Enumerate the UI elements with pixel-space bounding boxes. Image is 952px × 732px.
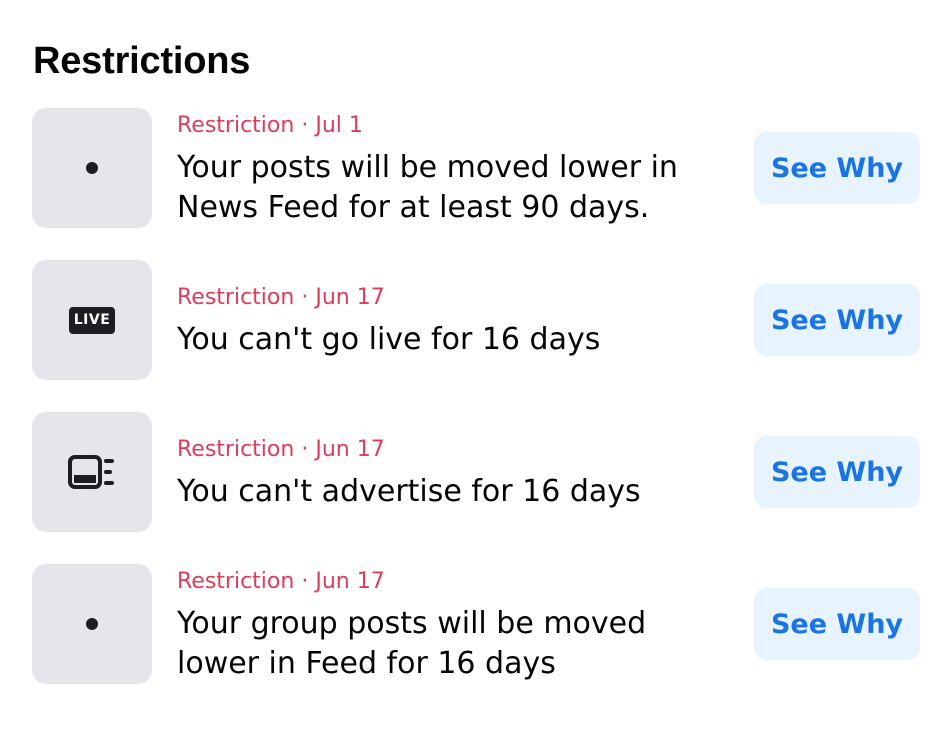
restriction-thumbnail — [32, 108, 152, 228]
restriction-thumbnail: LIVE — [32, 260, 152, 380]
meta-separator: · — [301, 437, 309, 462]
restriction-meta: Restriction · Jun 17 — [177, 569, 385, 595]
restriction-type: Restriction — [177, 113, 295, 138]
description-line: You can't advertise for 16 days — [177, 474, 641, 509]
restriction-description: You can't advertise for 16 days — [177, 472, 717, 512]
restriction-item: Restriction · Jun 17 Your group posts wi… — [32, 564, 920, 684]
meta-separator: · — [301, 285, 309, 310]
description-line: Your group posts will be moved — [177, 606, 647, 641]
restriction-date: Jun 17 — [315, 437, 385, 462]
live-icon: LIVE — [68, 306, 116, 334]
dot-icon — [86, 618, 98, 630]
restriction-item: LIVE Restriction · Jun 17 You can't go l… — [32, 260, 920, 380]
restriction-type: Restriction — [177, 569, 295, 594]
see-why-button[interactable]: See Why — [754, 588, 920, 660]
ad-icon — [68, 455, 116, 489]
restriction-description: Your group posts will be moved lower in … — [177, 604, 717, 684]
restriction-type: Restriction — [177, 437, 295, 462]
restriction-description: Your posts will be moved lower in News F… — [177, 148, 717, 228]
restriction-meta: Restriction · Jul 1 — [177, 113, 363, 139]
restriction-date: Jun 17 — [315, 569, 385, 594]
restriction-meta: Restriction · Jun 17 — [177, 285, 385, 311]
description-line: Your posts will be moved lower in — [177, 150, 678, 185]
meta-separator: · — [301, 113, 309, 138]
dot-icon — [86, 162, 98, 174]
restriction-description: You can't go live for 16 days — [177, 320, 717, 360]
restriction-meta: Restriction · Jun 17 — [177, 437, 385, 463]
restriction-type: Restriction — [177, 285, 295, 310]
see-why-button[interactable]: See Why — [754, 132, 920, 204]
see-why-button[interactable]: See Why — [754, 284, 920, 356]
restriction-date: Jul 1 — [315, 113, 363, 138]
restriction-item: Restriction · Jun 17 You can't advertise… — [32, 412, 920, 532]
restriction-thumbnail — [32, 412, 152, 532]
description-line: News Feed for at least 90 days. — [177, 190, 650, 225]
restriction-thumbnail — [32, 564, 152, 684]
restriction-date: Jun 17 — [315, 285, 385, 310]
see-why-button[interactable]: See Why — [754, 436, 920, 508]
description-line: You can't go live for 16 days — [177, 322, 601, 357]
page-title: Restrictions — [33, 40, 251, 82]
description-line: lower in Feed for 16 days — [177, 646, 556, 681]
meta-separator: · — [301, 569, 309, 594]
restriction-item: Restriction · Jul 1 Your posts will be m… — [32, 108, 920, 228]
